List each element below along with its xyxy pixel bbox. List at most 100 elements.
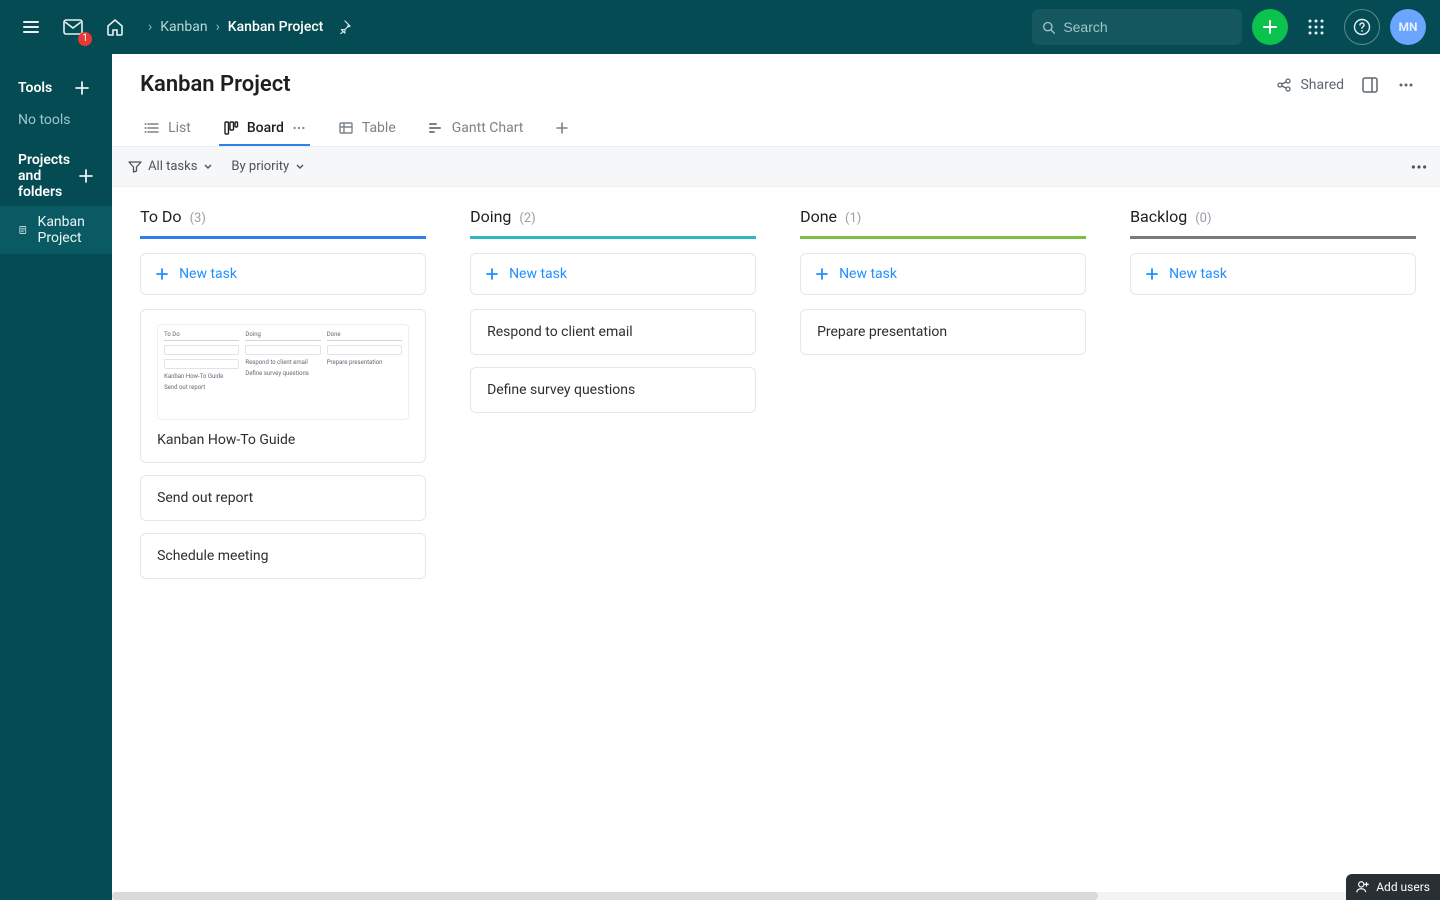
tab-label: List xyxy=(168,120,191,136)
column-header-backlog[interactable]: Backlog (0) xyxy=(1130,207,1416,239)
search-box[interactable] xyxy=(1032,9,1242,45)
more-horizontal-icon xyxy=(292,121,306,135)
new-task-label: New task xyxy=(1169,266,1227,282)
mini-title: Kanban How-To Guide xyxy=(164,373,239,380)
task-title: Define survey questions xyxy=(487,382,635,398)
plus-icon xyxy=(155,267,169,281)
tab-list[interactable]: List xyxy=(140,111,195,146)
plus-icon xyxy=(555,121,569,135)
chevron-down-icon xyxy=(203,162,213,172)
column-count: (2) xyxy=(519,211,535,226)
chevron-down-icon xyxy=(295,162,305,172)
avatar[interactable]: MN xyxy=(1390,9,1426,45)
more-horizontal-icon[interactable] xyxy=(1396,75,1416,95)
task-card[interactable]: Schedule meeting xyxy=(140,533,426,579)
tab-add-view[interactable] xyxy=(551,111,573,146)
help-icon xyxy=(1353,18,1371,36)
share-button[interactable]: Shared xyxy=(1276,77,1344,93)
add-users-label: Add users xyxy=(1376,880,1430,894)
task-title: Kanban How-To Guide xyxy=(157,432,409,448)
new-task-done[interactable]: New task xyxy=(800,253,1086,295)
apps-button[interactable] xyxy=(1298,9,1334,45)
new-task-todo[interactable]: New task xyxy=(140,253,426,295)
tab-board[interactable]: Board xyxy=(219,111,310,146)
breadcrumb-current[interactable]: Kanban Project xyxy=(228,19,324,35)
column-backlog: Backlog (0) New task xyxy=(1130,207,1416,591)
global-add-button[interactable] xyxy=(1252,9,1288,45)
chevron-right-icon: › xyxy=(148,19,152,35)
filter-icon xyxy=(128,160,142,174)
sidebar-tools-title: Tools xyxy=(18,80,52,96)
mini-col-head: To Do xyxy=(164,331,239,341)
column-header-doing[interactable]: Doing (2) xyxy=(470,207,756,239)
tab-gantt[interactable]: Gantt Chart xyxy=(424,111,528,146)
mini-title: Send out report xyxy=(164,384,239,391)
task-card[interactable]: Send out report xyxy=(140,475,426,521)
breadcrumb-parent[interactable]: Kanban xyxy=(160,19,207,35)
column-title: Backlog xyxy=(1130,207,1187,226)
plus-icon xyxy=(485,267,499,281)
sidebar-tools-add[interactable] xyxy=(70,76,94,100)
filter-tasks[interactable]: All tasks xyxy=(128,159,213,174)
column-count: (1) xyxy=(845,211,861,226)
more-horizontal-icon xyxy=(1410,158,1428,176)
share-label: Shared xyxy=(1300,77,1344,93)
page-header: Kanban Project Shared xyxy=(112,54,1440,103)
sidebar-projects-title: Projects and folders xyxy=(18,152,78,200)
chevron-right-icon: › xyxy=(216,19,220,35)
new-task-label: New task xyxy=(839,266,897,282)
mini-title: Respond to client email xyxy=(245,359,320,366)
topbar: 1 › Kanban › Kanban Project M xyxy=(0,0,1440,54)
mini-title: Prepare presentation xyxy=(327,359,402,366)
pin-button[interactable] xyxy=(331,14,357,40)
mini-card xyxy=(327,345,402,355)
list-icon xyxy=(144,120,160,136)
panel-toggle-icon[interactable] xyxy=(1360,75,1380,95)
sidebar-tools-header: Tools xyxy=(0,70,112,106)
column-header-todo[interactable]: To Do (3) xyxy=(140,207,426,239)
filter-label: All tasks xyxy=(148,159,197,174)
board-toolbar: All tasks By priority xyxy=(112,147,1440,187)
column-doing: Doing (2) New task Respond to client ema… xyxy=(470,207,756,591)
add-users-button[interactable]: Add users xyxy=(1346,874,1440,900)
plus-icon xyxy=(815,267,829,281)
pin-icon xyxy=(337,20,351,34)
task-card[interactable]: To DoKanban How-To GuideSend out report … xyxy=(140,309,426,463)
new-task-backlog[interactable]: New task xyxy=(1130,253,1416,295)
sort-tasks[interactable]: By priority xyxy=(231,159,305,174)
tab-table[interactable]: Table xyxy=(334,111,400,146)
plus-icon xyxy=(1145,267,1159,281)
sidebar-projects-add[interactable] xyxy=(78,164,94,188)
help-button[interactable] xyxy=(1344,9,1380,45)
task-title: Prepare presentation xyxy=(817,324,947,340)
mini-card xyxy=(245,345,320,355)
mini-col-head: Done xyxy=(327,331,402,341)
search-input[interactable] xyxy=(1063,19,1232,35)
table-icon xyxy=(338,120,354,136)
menu-button[interactable] xyxy=(14,10,48,44)
new-task-doing[interactable]: New task xyxy=(470,253,756,295)
column-header-done[interactable]: Done (1) xyxy=(800,207,1086,239)
inbox-button[interactable]: 1 xyxy=(56,10,90,44)
horizontal-scrollbar[interactable] xyxy=(112,892,1440,900)
scrollbar-thumb[interactable] xyxy=(112,892,1098,900)
sidebar-item-kanban-project[interactable]: Kanban Project xyxy=(0,206,112,254)
home-button[interactable] xyxy=(98,10,132,44)
column-todo: To Do (3) New task To Do Kanban How-To Gu… xyxy=(140,207,426,591)
main: Kanban Project Shared List Board xyxy=(112,54,1440,900)
tab-board-more[interactable] xyxy=(292,121,306,135)
task-card[interactable]: Define survey questions xyxy=(470,367,756,413)
search-icon xyxy=(1042,20,1055,35)
board: To Do (3) New task To Do Kanban How-To Gu… xyxy=(112,187,1440,631)
board-scroll[interactable]: To Do (3) New task To Do Kanban How-To Gu… xyxy=(112,187,1440,892)
column-count: (3) xyxy=(190,211,206,226)
task-card[interactable]: Respond to client email xyxy=(470,309,756,355)
share-icon xyxy=(1276,77,1292,93)
task-card[interactable]: Prepare presentation xyxy=(800,309,1086,355)
toolbar-more[interactable] xyxy=(1410,158,1428,176)
plus-icon xyxy=(78,168,94,184)
column-title: Done xyxy=(800,207,837,226)
inbox-count-badge: 1 xyxy=(78,32,92,46)
breadcrumb: › Kanban › Kanban Project xyxy=(148,14,357,40)
plus-icon xyxy=(1261,18,1279,36)
